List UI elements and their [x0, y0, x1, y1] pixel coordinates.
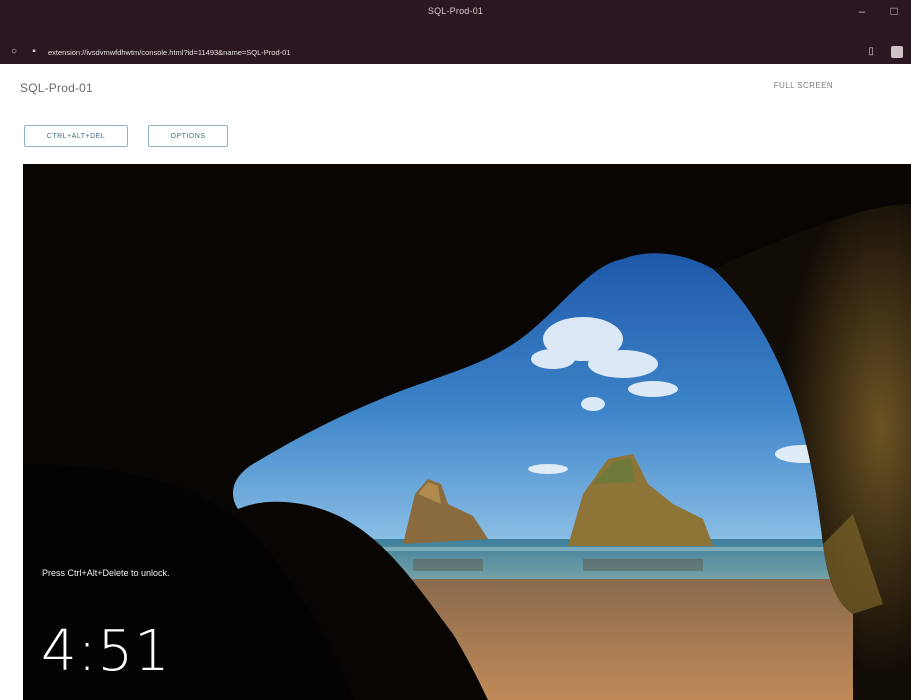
lock-icon[interactable]: ▪ — [28, 46, 40, 58]
bookmark-icon[interactable]: ▯ — [865, 46, 877, 58]
options-button[interactable]: OPTIONS — [148, 125, 228, 147]
minimize-icon[interactable]: – — [855, 4, 869, 18]
remote-console-screen[interactable]: Press Ctrl+Alt+Delete to unlock. 4:51 — [23, 164, 911, 700]
ctrl-alt-del-button[interactable]: CTRL+ALT+DEL — [24, 125, 128, 147]
url-field[interactable]: extension://ivsdvmwfdhwtm/console.html?i… — [48, 48, 291, 57]
vm-name: SQL-Prod-01 — [20, 81, 93, 95]
browser-title-bar: SQL-Prod-01 – □ — [0, 0, 911, 43]
lock-screen-message: Press Ctrl+Alt+Delete to unlock. — [42, 568, 170, 578]
maximize-icon[interactable]: □ — [887, 4, 901, 18]
console-header: SQL-Prod-01 FULL SCREEN CTRL+ALT+DEL OPT… — [0, 64, 911, 164]
full-screen-link[interactable]: FULL SCREEN — [774, 81, 833, 90]
window-title: SQL-Prod-01 — [427, 6, 484, 16]
extension-icon[interactable] — [891, 46, 903, 58]
window-controls: – □ — [855, 4, 901, 18]
lock-screen-clock: 4:51 — [41, 619, 171, 684]
address-bar: ○ ▪ extension://ivsdvmwfdhwtm/console.ht… — [0, 43, 911, 64]
shield-icon[interactable]: ○ — [8, 46, 20, 58]
